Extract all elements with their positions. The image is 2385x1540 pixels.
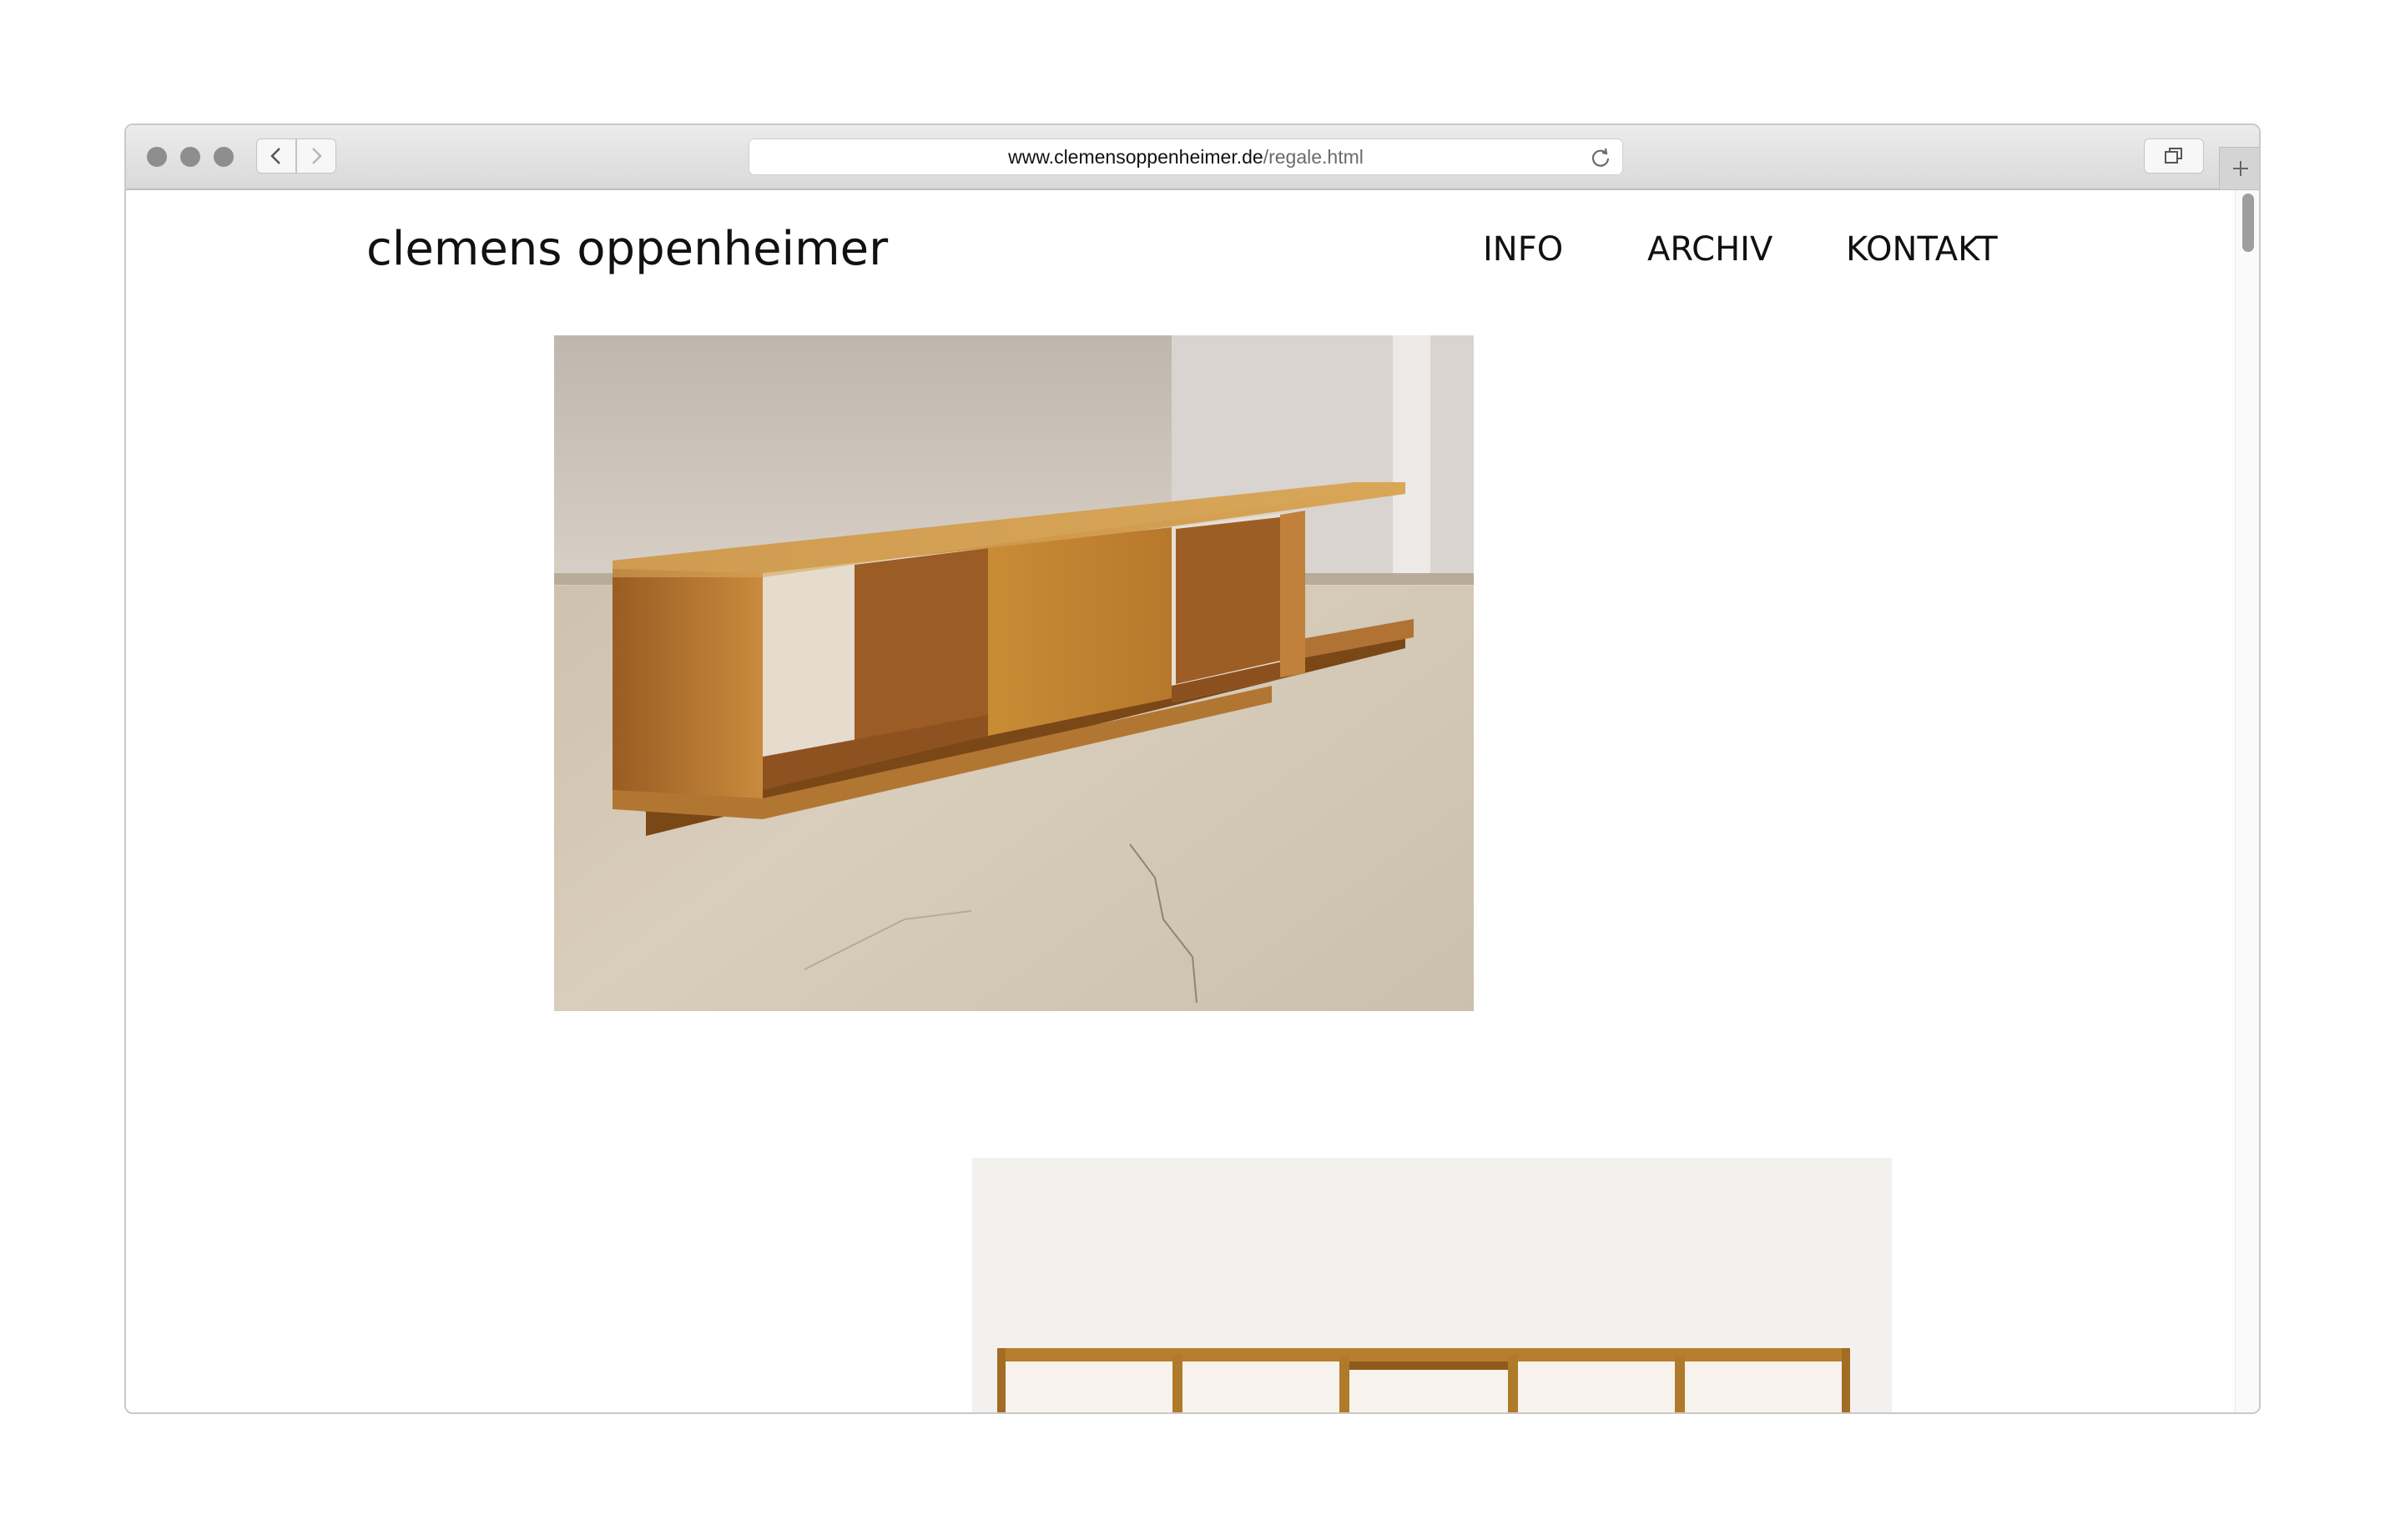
nav-archiv-link[interactable]: ARCHIV (1647, 230, 1772, 269)
url-host: www.clemensoppenheimer.de (1008, 145, 1263, 168)
reload-icon[interactable] (1589, 146, 1612, 169)
address-bar[interactable]: www.clemensoppenheimer.de/regale.html (749, 138, 1623, 175)
scrollbar-track[interactable] (2235, 190, 2259, 1412)
nav-kontakt-link[interactable]: KONTAKT (1846, 230, 1998, 269)
sideboard-photo[interactable] (554, 335, 1474, 1011)
zoom-window-icon[interactable] (214, 147, 234, 167)
url-path: /regale.html (1263, 145, 1364, 168)
new-tab-button[interactable] (2219, 147, 2259, 189)
chevron-right-icon (312, 148, 322, 164)
nav-info-link[interactable]: INFO (1483, 230, 1563, 269)
back-button[interactable] (256, 138, 296, 174)
show-tabs-button[interactable] (2144, 138, 2204, 174)
browser-toolbar: www.clemensoppenheimer.de/regale.html (126, 125, 2259, 190)
site-logo[interactable]: clemens oppenheimer (366, 222, 888, 276)
chevron-left-icon (270, 148, 280, 164)
forward-button[interactable] (296, 138, 336, 174)
minimize-window-icon[interactable] (180, 147, 200, 167)
plus-icon (2233, 161, 2248, 176)
browser-window: www.clemensoppenheimer.de/regale.html cl… (124, 123, 2261, 1414)
page-viewport: clemens oppenheimer INFO ARCHIV KONTAKT (126, 190, 2259, 1412)
bookshelf-photo[interactable] (972, 1158, 1892, 1412)
scrollbar-thumb[interactable] (2242, 194, 2254, 252)
tabs-overview-icon (2165, 148, 2182, 164)
close-window-icon[interactable] (147, 147, 167, 167)
